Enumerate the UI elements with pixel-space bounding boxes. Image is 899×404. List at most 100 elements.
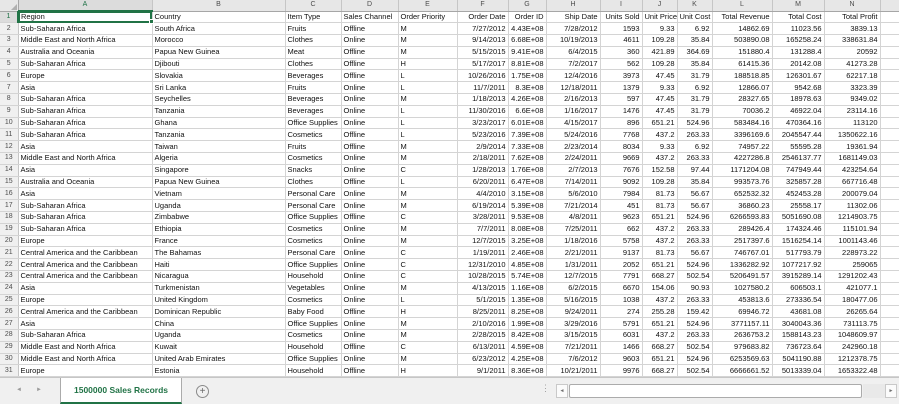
cell-A7[interactable]: Asia bbox=[18, 81, 153, 95]
cell-H27[interactable]: 3/29/2016 bbox=[546, 317, 601, 331]
cell-C19[interactable]: Cosmetics bbox=[285, 223, 342, 236]
cell-N12[interactable]: 19361.94 bbox=[824, 140, 881, 154]
cell-overflow-5[interactable] bbox=[880, 58, 899, 71]
cell-D1[interactable]: Sales Channel bbox=[341, 11, 399, 24]
cell-D7[interactable]: Online bbox=[341, 81, 399, 95]
cell-E3[interactable]: M bbox=[398, 34, 458, 47]
row-header-25[interactable]: 25 bbox=[0, 294, 19, 307]
cell-E19[interactable]: M bbox=[398, 223, 458, 236]
cell-M10[interactable]: 470364.16 bbox=[772, 117, 825, 130]
cell-B29[interactable]: Kuwait bbox=[152, 341, 286, 354]
cell-F19[interactable]: 7/7/2011 bbox=[457, 223, 509, 236]
cell-J20[interactable]: 437.2 bbox=[642, 235, 678, 248]
cell-B6[interactable]: Slovakia bbox=[152, 69, 286, 83]
cell-I1[interactable]: Units Sold bbox=[600, 11, 643, 24]
cell-I12[interactable]: 8034 bbox=[600, 140, 643, 154]
cell-K30[interactable]: 524.96 bbox=[677, 353, 713, 366]
cell-A24[interactable]: Asia bbox=[18, 282, 153, 295]
cell-L6[interactable]: 188518.85 bbox=[712, 69, 773, 83]
column-header-C[interactable]: C bbox=[285, 0, 342, 12]
cell-E12[interactable]: M bbox=[398, 140, 458, 154]
cell-C7[interactable]: Fruits bbox=[285, 81, 342, 95]
cell-K12[interactable]: 6.92 bbox=[677, 140, 713, 154]
cell-A22[interactable]: Central America and the Caribbean bbox=[18, 258, 153, 272]
cell-overflow-27[interactable] bbox=[880, 317, 899, 331]
cell-I21[interactable]: 9137 bbox=[600, 246, 643, 260]
cell-D19[interactable]: Online bbox=[341, 223, 399, 236]
cell-L12[interactable]: 74957.22 bbox=[712, 140, 773, 154]
cell-N8[interactable]: 9349.02 bbox=[824, 93, 881, 106]
cell-J9[interactable]: 47.45 bbox=[642, 105, 678, 118]
cell-overflow-6[interactable] bbox=[880, 69, 899, 83]
cell-E26[interactable]: H bbox=[398, 305, 458, 319]
row-header-26[interactable]: 26 bbox=[0, 305, 19, 319]
cell-B2[interactable]: South Africa bbox=[152, 22, 286, 36]
cell-D26[interactable]: Offline bbox=[341, 305, 399, 319]
cell-E21[interactable]: C bbox=[398, 246, 458, 260]
cell-J15[interactable]: 109.28 bbox=[642, 176, 678, 189]
cell-K22[interactable]: 524.96 bbox=[677, 258, 713, 272]
cell-M30[interactable]: 5041190.88 bbox=[772, 353, 825, 366]
cell-L14[interactable]: 1171204.08 bbox=[712, 164, 773, 177]
cell-F17[interactable]: 6/19/2014 bbox=[457, 199, 509, 213]
cell-C27[interactable]: Office Supplies bbox=[285, 317, 342, 331]
cell-J14[interactable]: 152.58 bbox=[642, 164, 678, 177]
cell-N6[interactable]: 62217.18 bbox=[824, 69, 881, 83]
cell-H18[interactable]: 4/8/2011 bbox=[546, 211, 601, 224]
cell-I3[interactable]: 4611 bbox=[600, 34, 643, 47]
column-header-G[interactable]: G bbox=[508, 0, 547, 12]
cell-B25[interactable]: United Kingdom bbox=[152, 294, 286, 307]
cell-F7[interactable]: 11/7/2011 bbox=[457, 81, 509, 95]
cell-B17[interactable]: Uganda bbox=[152, 199, 286, 213]
cell-L30[interactable]: 6253569.63 bbox=[712, 353, 773, 366]
cell-A5[interactable]: Sub-Saharan Africa bbox=[18, 58, 153, 71]
cell-J6[interactable]: 47.45 bbox=[642, 69, 678, 83]
row-header-1[interactable]: 1 bbox=[0, 11, 19, 24]
column-header-L[interactable]: L bbox=[712, 0, 773, 12]
row-header-18[interactable]: 18 bbox=[0, 211, 19, 224]
cell-L25[interactable]: 453813.6 bbox=[712, 294, 773, 307]
column-header-E[interactable]: E bbox=[398, 0, 458, 12]
cell-E28[interactable]: M bbox=[398, 329, 458, 342]
cell-A29[interactable]: Middle East and North Africa bbox=[18, 341, 153, 354]
cell-J8[interactable]: 47.45 bbox=[642, 93, 678, 106]
cell-N11[interactable]: 1350622.16 bbox=[824, 128, 881, 142]
cell-M15[interactable]: 325857.28 bbox=[772, 176, 825, 189]
cell-C15[interactable]: Clothes bbox=[285, 176, 342, 189]
cell-G12[interactable]: 7.33E+08 bbox=[508, 140, 547, 154]
cell-K9[interactable]: 31.79 bbox=[677, 105, 713, 118]
cell-N15[interactable]: 667716.48 bbox=[824, 176, 881, 189]
cell-D17[interactable]: Online bbox=[341, 199, 399, 213]
cell-M31[interactable]: 5013339.04 bbox=[772, 364, 825, 377]
cell-H1[interactable]: Ship Date bbox=[546, 11, 601, 24]
cell-C6[interactable]: Beverages bbox=[285, 69, 342, 83]
cell-J5[interactable]: 109.28 bbox=[642, 58, 678, 71]
cell-N13[interactable]: 1681149.03 bbox=[824, 152, 881, 165]
cell-E31[interactable]: H bbox=[398, 364, 458, 377]
cell-E24[interactable]: M bbox=[398, 282, 458, 295]
cell-overflow-26[interactable] bbox=[880, 305, 899, 319]
cell-A20[interactable]: Europe bbox=[18, 235, 153, 248]
cell-J18[interactable]: 651.21 bbox=[642, 211, 678, 224]
cell-H6[interactable]: 12/4/2016 bbox=[546, 69, 601, 83]
row-header-20[interactable]: 20 bbox=[0, 235, 19, 248]
cell-M27[interactable]: 3040043.36 bbox=[772, 317, 825, 331]
cell-B22[interactable]: Haiti bbox=[152, 258, 286, 272]
cell-G16[interactable]: 3.15E+08 bbox=[508, 187, 547, 201]
cell-N21[interactable]: 228973.22 bbox=[824, 246, 881, 260]
column-header-F[interactable]: F bbox=[457, 0, 509, 12]
cell-B18[interactable]: Zimbabwe bbox=[152, 211, 286, 224]
cell-E20[interactable]: M bbox=[398, 235, 458, 248]
cell-J26[interactable]: 255.28 bbox=[642, 305, 678, 319]
row-header-27[interactable]: 27 bbox=[0, 317, 19, 331]
cell-H22[interactable]: 1/31/2011 bbox=[546, 258, 601, 272]
cell-H23[interactable]: 12/7/2015 bbox=[546, 270, 601, 283]
cell-B9[interactable]: Tanzania bbox=[152, 105, 286, 118]
cell-G17[interactable]: 5.39E+08 bbox=[508, 199, 547, 213]
cell-I4[interactable]: 360 bbox=[600, 46, 643, 59]
cell-overflow-7[interactable] bbox=[880, 81, 899, 95]
cell-C12[interactable]: Fruits bbox=[285, 140, 342, 154]
cell-G8[interactable]: 4.26E+08 bbox=[508, 93, 547, 106]
cell-M28[interactable]: 1588143.23 bbox=[772, 329, 825, 342]
cell-L22[interactable]: 1336282.92 bbox=[712, 258, 773, 272]
